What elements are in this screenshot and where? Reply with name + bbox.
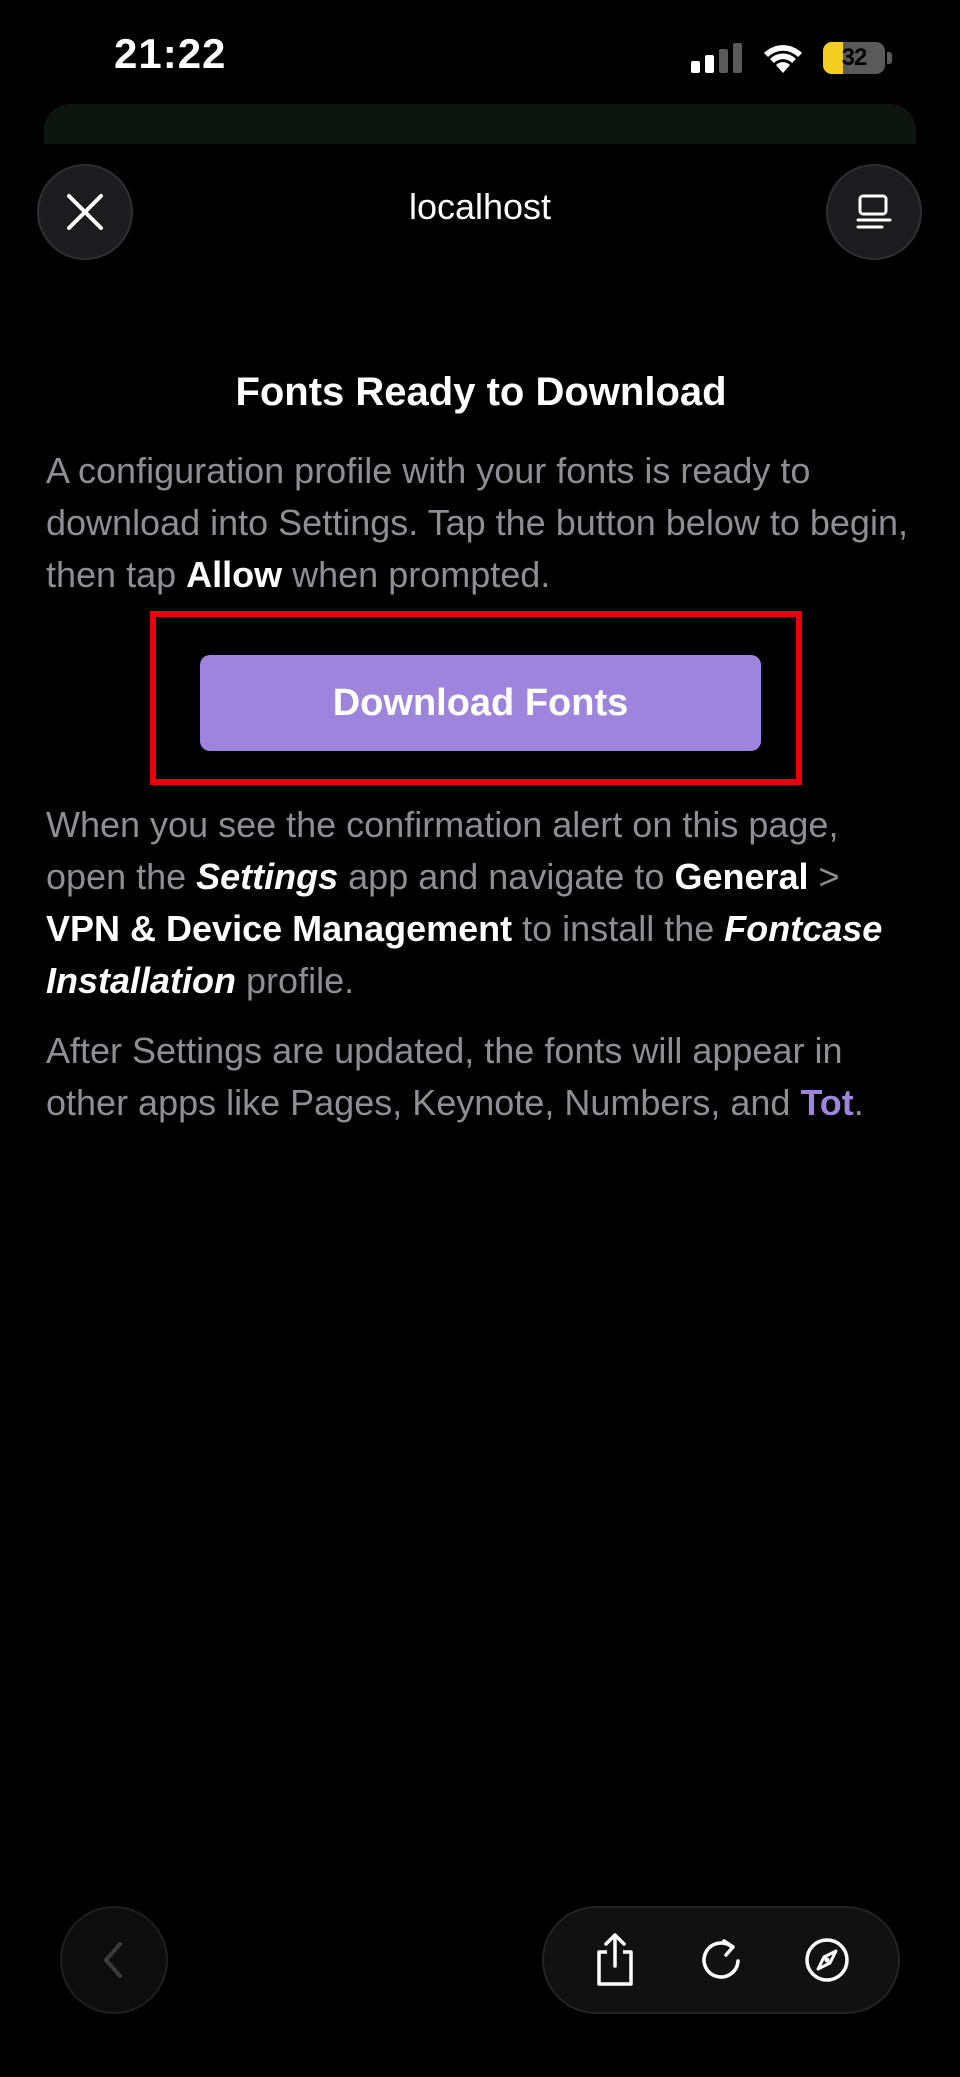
browser-header: localhost <box>0 160 960 260</box>
share-button[interactable] <box>585 1930 645 1990</box>
page-title: Fonts Ready to Download <box>235 370 727 414</box>
download-fonts-button[interactable]: Download Fonts <box>200 655 761 751</box>
general-text: General <box>674 856 809 897</box>
page-url-title: localhost <box>408 186 552 227</box>
battery-body: 32 <box>823 42 885 74</box>
after-text-1: After Settings are updated, the fonts wi… <box>46 1030 843 1123</box>
back-chevron-icon <box>104 1942 122 1978</box>
battery-tip <box>887 52 892 64</box>
signal-icon <box>691 43 742 73</box>
sheet-edge <box>44 104 916 144</box>
allow-text: Allow <box>186 554 283 595</box>
after-text: After Settings are updated, the fonts wi… <box>46 1025 916 1129</box>
reload-icon <box>702 1939 740 1979</box>
instructions-text-3: to install the <box>512 908 725 949</box>
after-text-2: . <box>853 1082 864 1123</box>
settings-text: Settings <box>196 856 339 897</box>
page-content: Fonts Ready to Download A configuration … <box>46 370 916 1129</box>
wifi-icon <box>764 45 802 73</box>
compass-icon <box>805 1938 849 1982</box>
reader-menu-button[interactable] <box>826 164 922 260</box>
back-button[interactable] <box>60 1906 168 2014</box>
status-bar: 21:22 32 <box>0 0 960 110</box>
intro-text-2: when prompted. <box>282 554 551 595</box>
battery-level: 32 <box>841 44 868 71</box>
intro-text: A configuration profile with your fonts … <box>46 445 916 601</box>
reader-menu-icon <box>856 194 892 229</box>
vpn-text: VPN & Device Management <box>46 908 513 949</box>
instructions-text-4: profile. <box>236 960 355 1001</box>
battery-icon: 32 <box>823 42 892 74</box>
instructions-text-2: app and navigate to <box>338 856 675 897</box>
tot-link[interactable]: Tot <box>800 1082 853 1123</box>
reload-button[interactable] <box>691 1930 751 1990</box>
instructions-text: When you see the confirmation alert on t… <box>46 799 916 1007</box>
bottom-toolbar <box>542 1906 900 2014</box>
status-time: 21:22 <box>114 30 227 77</box>
status-icons: 32 <box>691 38 892 78</box>
download-area: Download Fonts <box>46 611 916 785</box>
compass-button[interactable] <box>797 1930 857 1990</box>
share-icon <box>597 1933 633 1986</box>
screen: 21:22 32 localhost Fonts Ready to Downlo… <box>0 0 960 2077</box>
path-separator: > <box>808 856 840 897</box>
battery-fill <box>823 42 843 74</box>
